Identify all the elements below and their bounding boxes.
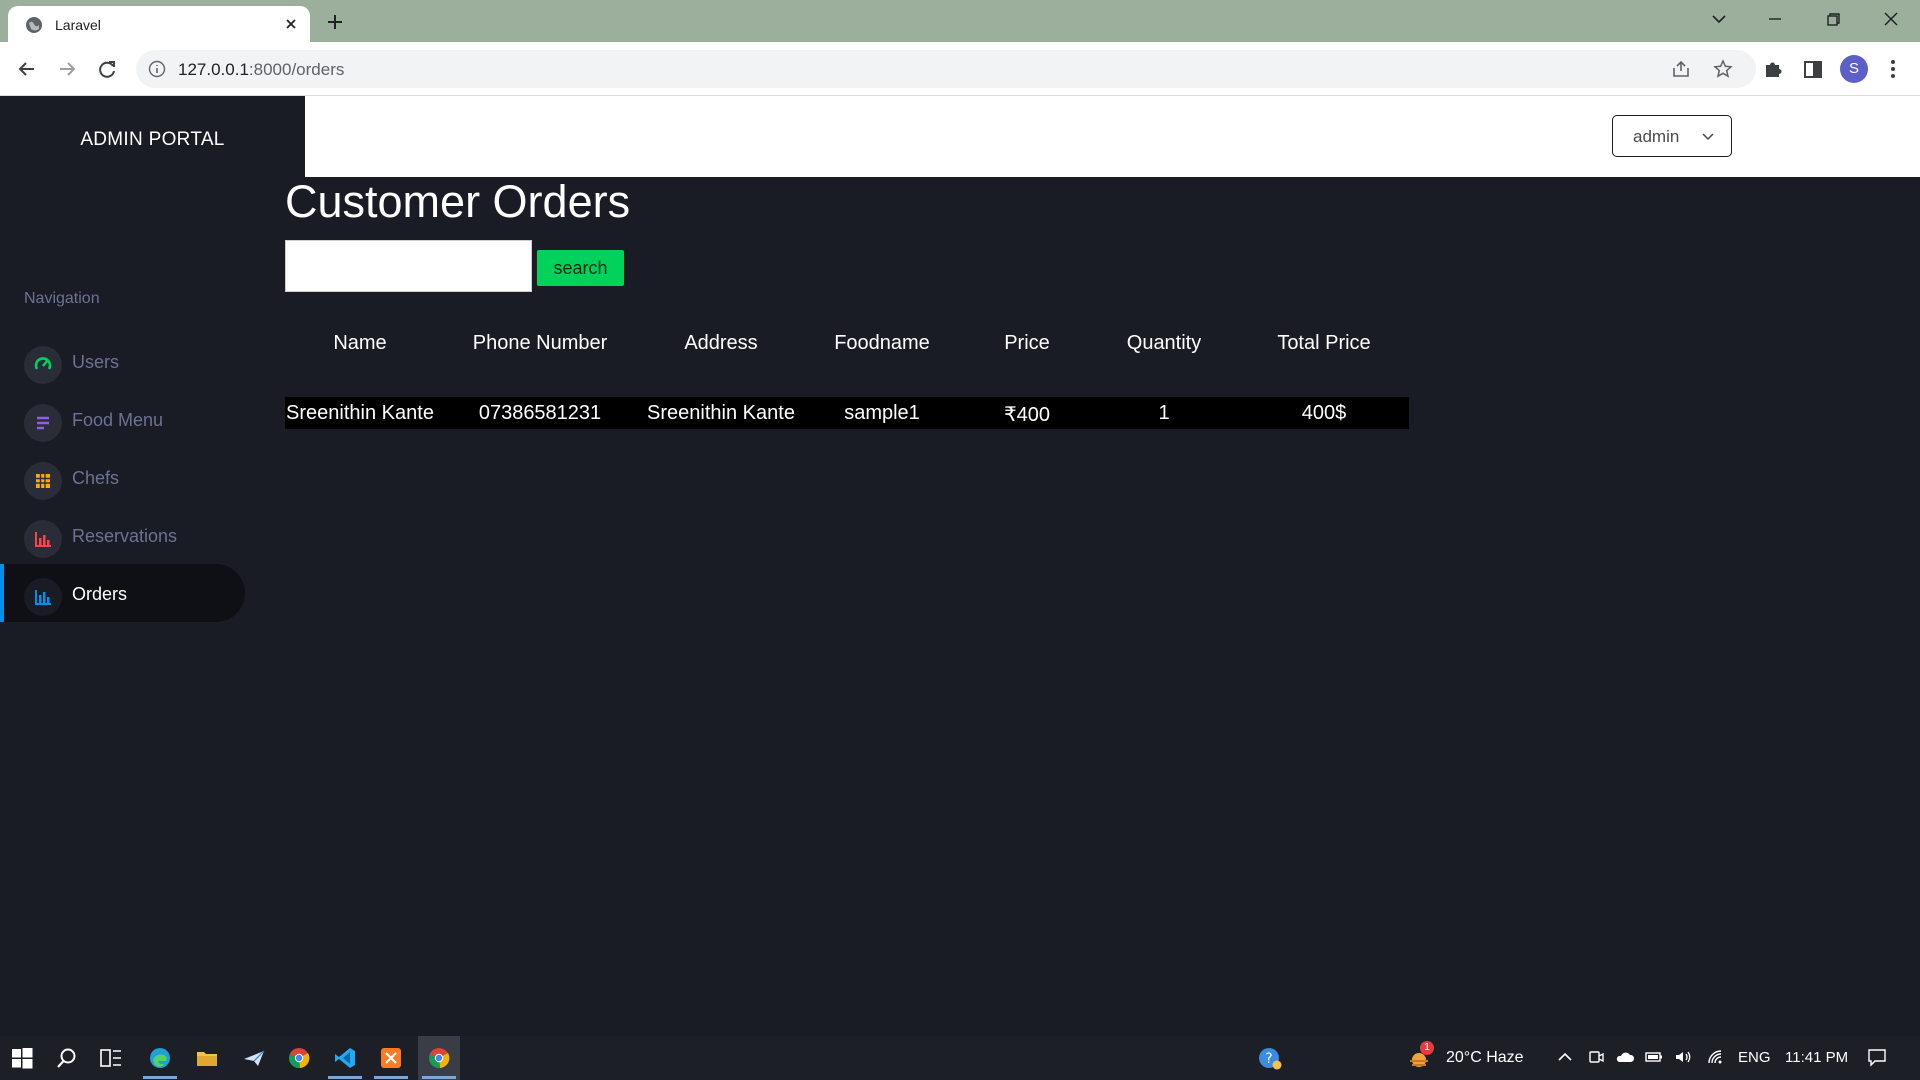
restore-icon[interactable] — [1820, 6, 1846, 32]
tab-title: Laravel — [55, 17, 101, 33]
column-header: Foodname — [834, 332, 930, 354]
site-info-icon[interactable] — [148, 60, 166, 78]
chrome-icon[interactable] — [286, 1045, 312, 1071]
active-app-indicator — [143, 1076, 177, 1079]
tab-search-chevron-icon[interactable] — [1706, 6, 1732, 32]
weather-badge: 1 — [1420, 1041, 1434, 1055]
paper-plane-app-icon[interactable] — [241, 1045, 267, 1071]
table-grid-icon — [24, 462, 62, 500]
extensions-puzzle-icon[interactable] — [1758, 54, 1788, 84]
table-cell: Sreenithin Kante — [286, 402, 434, 424]
column-header: Address — [684, 332, 758, 354]
xampp-icon[interactable] — [378, 1045, 404, 1071]
language-indicator[interactable]: ENG — [1738, 1049, 1771, 1066]
table-cell: 07386581231 — [478, 402, 602, 424]
file-explorer-icon[interactable] — [194, 1045, 220, 1071]
table-cell: 1 — [1158, 402, 1170, 424]
sidebar-item-orders[interactable]: Orders — [0, 564, 245, 622]
sidebar-item-users[interactable]: Users — [0, 332, 245, 390]
notifications-icon[interactable] — [1867, 1047, 1887, 1067]
profile-avatar[interactable]: S — [1840, 55, 1868, 83]
share-icon[interactable] — [1670, 58, 1692, 80]
browser-tab[interactable]: Laravel — [8, 6, 310, 42]
new-tab-icon[interactable] — [322, 9, 348, 35]
search-button[interactable]: search — [537, 250, 624, 286]
brand-logo[interactable]: ADMIN PORTAL — [0, 96, 305, 176]
top-navbar: admin — [305, 96, 1920, 177]
wifi-icon[interactable] — [1705, 1047, 1725, 1067]
address-bar[interactable]: 127.0.0.1:8000/orders — [136, 50, 1756, 88]
column-header: Quantity — [1126, 332, 1202, 354]
user-menu-label: admin — [1633, 127, 1680, 146]
speedometer-icon — [24, 346, 62, 384]
sidebar-item-label: Reservations — [72, 526, 178, 546]
column-header: Total Price — [1277, 332, 1371, 354]
back-icon[interactable] — [12, 54, 42, 84]
sidebar-item-label: Orders — [72, 584, 128, 604]
windows-taskbar: ? 1 20°C Haze ENG 11:41 PM — [0, 1036, 1920, 1080]
bar-chart-icon — [24, 578, 62, 616]
globe-icon — [26, 17, 42, 33]
onedrive-cloud-icon[interactable] — [1615, 1047, 1635, 1067]
close-window-icon[interactable] — [1878, 6, 1904, 32]
url-text: 127.0.0.1:8000/orders — [178, 60, 345, 79]
sidebar-item-chefs[interactable]: Chefs — [0, 448, 245, 506]
sidebar-item-food-menu[interactable]: Food Menu — [0, 390, 245, 448]
forward-icon[interactable] — [52, 54, 82, 84]
sidebar-item-reservations[interactable]: Reservations — [0, 506, 245, 564]
sidebar-item-label: Users — [72, 352, 120, 372]
vscode-icon[interactable] — [332, 1045, 358, 1071]
column-header: Phone Number — [472, 332, 608, 354]
chevron-up-icon[interactable] — [1555, 1047, 1575, 1067]
table-cell: ₹400 — [1003, 404, 1051, 426]
active-app-indicator — [422, 1076, 456, 1079]
table-cell: 400$ — [1301, 402, 1347, 424]
search-input[interactable] — [285, 240, 532, 292]
browser-toolbar: 127.0.0.1:8000/orders S — [0, 42, 1920, 96]
sidebar: ADMIN PORTAL Navigation Users Food Menu … — [0, 96, 305, 1036]
close-tab-icon[interactable] — [280, 13, 302, 35]
page-title: Customer Orders — [285, 176, 631, 227]
minimize-icon[interactable] — [1762, 6, 1788, 32]
sidebar-item-label: Food Menu — [72, 410, 164, 430]
active-app-indicator — [328, 1076, 362, 1079]
column-header: Price — [1004, 332, 1050, 354]
weather-text[interactable]: 20°C Haze — [1446, 1049, 1524, 1067]
battery-icon[interactable] — [1644, 1047, 1664, 1067]
column-header: Name — [333, 332, 387, 354]
bar-chart-icon — [24, 520, 62, 558]
menu-lines-icon — [24, 404, 62, 442]
svg-text:?: ? — [1265, 1051, 1272, 1067]
nav-heading: Navigation — [24, 290, 100, 307]
table-cell: sample1 — [844, 402, 920, 424]
table-row: Sreenithin Kante 07386581231 Sreenithin … — [285, 397, 1409, 429]
user-menu-button[interactable]: admin — [1612, 115, 1732, 157]
windows-start-icon[interactable] — [9, 1045, 35, 1071]
search-icon[interactable] — [54, 1045, 80, 1071]
bookmark-star-icon[interactable] — [1712, 58, 1734, 80]
table-cell: Sreenithin Kante — [647, 402, 795, 424]
active-app-indicator — [374, 1076, 408, 1079]
edge-browser-icon[interactable] — [147, 1045, 173, 1071]
chevron-down-icon — [1702, 133, 1714, 141]
side-panel-icon[interactable] — [1798, 54, 1828, 84]
meet-now-icon[interactable] — [1586, 1047, 1606, 1067]
sidebar-item-label: Chefs — [72, 468, 120, 488]
chrome-icon[interactable] — [426, 1045, 452, 1071]
kebab-menu-icon[interactable] — [1878, 54, 1908, 84]
reload-icon[interactable] — [92, 54, 122, 84]
browser-tab-strip: Laravel — [0, 0, 1920, 42]
volume-icon[interactable] — [1673, 1047, 1693, 1067]
task-view-icon[interactable] — [98, 1045, 124, 1071]
system-clock[interactable]: 11:41 PM — [1785, 1049, 1848, 1066]
help-icon[interactable]: ? — [1257, 1045, 1283, 1071]
